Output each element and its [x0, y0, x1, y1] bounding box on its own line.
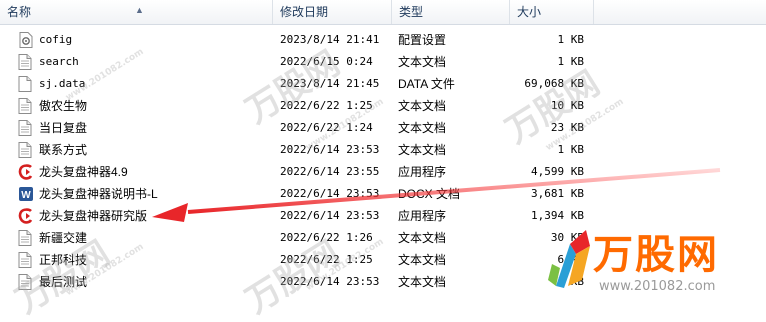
column-header-type[interactable]: 类型 [392, 0, 510, 24]
file-name: 正邦科技 [39, 253, 88, 267]
file-row[interactable]: cofig 2023/8/14 21:41 配置设置 1 KB [0, 29, 766, 51]
file-row[interactable]: search 2022/6/15 0:24 文本文档 1 KB [0, 51, 766, 73]
file-size: 1 KB [557, 143, 585, 156]
logo-text: 万股网 [593, 232, 719, 278]
file-type: DOCX 文档 [398, 187, 461, 201]
file-size: 3,681 KB [531, 187, 584, 200]
file-modified-date: 2022/6/14 23:53 [280, 187, 380, 200]
file-row[interactable]: 联系方式 2022/6/14 23:53 文本文档 1 KB [0, 139, 766, 161]
text-file-icon [18, 252, 34, 268]
file-name: 新疆交建 [39, 231, 88, 245]
file-name: 最后测试 [39, 275, 88, 289]
column-header: 名称 ▲ 修改日期 类型 大小 [0, 0, 766, 25]
file-type: 文本文档 [398, 99, 447, 113]
file-modified-date: 2022/6/22 1:25 [280, 253, 373, 266]
file-size: 10 KB [550, 99, 584, 112]
file-size: 1 KB [557, 55, 585, 68]
text-file-icon [18, 230, 34, 246]
file-type: 应用程序 [398, 165, 447, 179]
file-modified-date: 2023/8/14 21:41 [280, 33, 380, 46]
config-file-icon [18, 32, 34, 48]
column-name-label: 名称 [7, 5, 32, 19]
file-size: 1 KB [557, 33, 585, 46]
file-name: 龙头复盘神器说明书-L [39, 187, 158, 201]
file-name: 傲农生物 [39, 99, 88, 113]
text-file-icon [18, 142, 34, 158]
column-date-label: 修改日期 [280, 5, 329, 19]
file-name: 龙头复盘神器研究版 [39, 209, 148, 223]
file-name: 龙头复盘神器4.9 [39, 165, 128, 179]
column-header-date[interactable]: 修改日期 [273, 0, 392, 24]
file-modified-date: 2022/6/22 1:26 [280, 231, 373, 244]
file-name: 当日复盘 [39, 121, 88, 135]
file-row[interactable]: sj.data 2023/8/14 21:45 DATA 文件 69,068 KB [0, 73, 766, 95]
file-modified-date: 2022/6/14 23:53 [280, 275, 380, 288]
file-type: 配置设置 [398, 33, 447, 47]
data-file-icon [18, 76, 34, 92]
brand-logo: 万股网 www.201082.com [546, 222, 766, 303]
file-type: 应用程序 [398, 209, 447, 223]
column-header-name[interactable]: 名称 ▲ [0, 0, 273, 24]
svg-text:W: W [21, 190, 31, 201]
logo-url: www.201082.com [599, 279, 716, 294]
word-doc-icon: W [18, 186, 34, 202]
text-file-icon [18, 98, 34, 114]
file-modified-date: 2022/6/22 1:24 [280, 121, 373, 134]
file-size: 4,599 KB [531, 165, 584, 178]
sort-up-icon: ▲ [135, 5, 144, 15]
logo-mark-icon [548, 230, 590, 288]
file-modified-date: 2022/6/22 1:25 [280, 99, 373, 112]
file-name: sj.data [39, 77, 86, 90]
file-row[interactable]: 龙头复盘神器4.9 2022/6/14 23:55 应用程序 4,599 KB [0, 161, 766, 183]
file-type: 文本文档 [398, 231, 447, 245]
file-size: 23 KB [550, 121, 584, 134]
column-header-empty [594, 0, 766, 24]
app-icon [18, 164, 34, 180]
text-file-icon [18, 120, 34, 136]
text-file-icon [18, 274, 34, 290]
file-modified-date: 2023/8/14 21:45 [280, 77, 380, 90]
column-header-size[interactable]: 大小 [510, 0, 594, 24]
app-icon [18, 208, 34, 224]
file-type: 文本文档 [398, 253, 447, 267]
file-modified-date: 2022/6/14 23:53 [280, 209, 380, 222]
file-modified-date: 2022/6/14 23:53 [280, 143, 380, 156]
file-type: 文本文档 [398, 275, 447, 289]
text-file-icon [18, 54, 34, 70]
file-row[interactable]: 当日复盘 2022/6/22 1:24 文本文档 23 KB [0, 117, 766, 139]
file-type: 文本文档 [398, 121, 447, 135]
file-modified-date: 2022/6/15 0:24 [280, 55, 373, 68]
file-name: cofig [39, 33, 73, 46]
file-row[interactable]: W 龙头复盘神器说明书-L 2022/6/14 23:53 DOCX 文档 3,681 … [0, 183, 766, 205]
file-size: 69,068 KB [524, 77, 584, 90]
file-modified-date: 2022/6/14 23:55 [280, 165, 380, 178]
file-name: 联系方式 [39, 143, 88, 157]
file-row[interactable]: 傲农生物 2022/6/22 1:25 文本文档 10 KB [0, 95, 766, 117]
file-name: search [39, 55, 79, 68]
file-type: 文本文档 [398, 55, 447, 69]
column-type-label: 类型 [399, 5, 424, 19]
column-size-label: 大小 [517, 5, 542, 19]
file-type: DATA 文件 [398, 77, 455, 91]
file-type: 文本文档 [398, 143, 447, 157]
